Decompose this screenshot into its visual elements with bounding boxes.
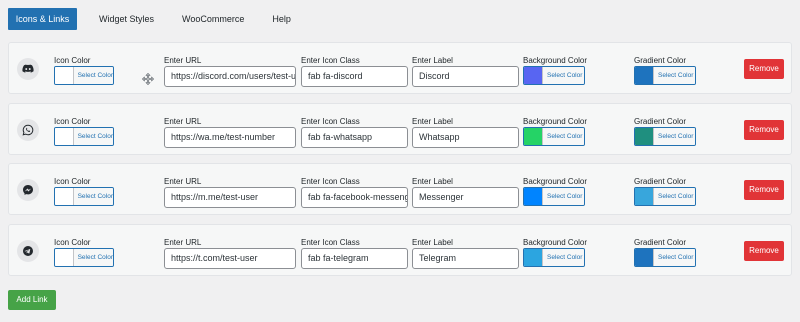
url-input[interactable]: https://wa.me/test-number [164,127,296,148]
remove-button[interactable]: Remove [744,120,784,140]
label-label: Enter Label [412,177,453,186]
remove-button[interactable]: Remove [744,180,784,200]
link-row: Icon Color Select Color Enter URL https:… [8,224,792,276]
icon-color-picker[interactable]: Select Color [54,127,114,146]
url-input[interactable]: https://discord.com/users/test-u [164,66,296,87]
tab-icons-links[interactable]: Icons & Links [8,8,77,30]
select-color-text: Select Color [654,128,695,145]
select-color-text: Select Color [73,188,113,205]
remove-button[interactable]: Remove [744,59,784,79]
tab-widget-styles[interactable]: Widget Styles [87,8,166,30]
icon-color-picker[interactable]: Select Color [54,248,114,267]
tab-bar: Icons & Links Widget Styles WooCommerce … [8,8,303,30]
select-color-text: Select Color [73,128,113,145]
select-color-text: Select Color [543,67,584,84]
gradient-color-label: Gradient Color [634,238,687,247]
gradient-color-swatch [635,67,654,84]
move-handle-icon[interactable] [142,73,154,85]
tab-woocommerce[interactable]: WooCommerce [170,8,256,30]
gradient-color-swatch [635,128,654,145]
gradient-color-swatch [635,188,654,205]
url-input[interactable]: https://m.me/test-user [164,187,296,208]
gradient-color-label: Gradient Color [634,117,687,126]
select-color-text: Select Color [654,188,695,205]
icon-color-label: Icon Color [54,177,91,186]
url-label: Enter URL [164,117,202,126]
gradient-color-picker[interactable]: Select Color [634,127,696,146]
tab-help[interactable]: Help [260,8,303,30]
link-row: Icon Color Select Color Enter URL https:… [8,42,792,94]
icon-color-picker[interactable]: Select Color [54,66,114,85]
label-input[interactable]: Discord [412,66,519,87]
select-color-text: Select Color [543,188,584,205]
icon-color-swatch [55,188,74,205]
icon-class-input[interactable]: fab fa-telegram [301,248,408,269]
telegram-icon [17,240,39,262]
gradient-color-picker[interactable]: Select Color [634,66,696,85]
label-label: Enter Label [412,238,453,247]
icon-class-input[interactable]: fab fa-whatsapp [301,127,408,148]
icon-class-label: Enter Icon Class [301,56,360,65]
messenger-icon [17,179,39,201]
select-color-text: Select Color [543,128,584,145]
label-label: Enter Label [412,117,453,126]
select-color-text: Select Color [654,249,695,266]
icon-class-label: Enter Icon Class [301,117,360,126]
icon-color-swatch [55,249,74,266]
icon-color-label: Icon Color [54,56,91,65]
label-input[interactable]: Whatsapp [412,127,519,148]
icon-color-label: Icon Color [54,117,91,126]
icon-color-swatch [55,67,74,84]
bg-color-swatch [524,128,543,145]
add-link-button[interactable]: Add Link [8,290,56,310]
url-label: Enter URL [164,238,202,247]
icon-class-input[interactable]: fab fa-discord [301,66,408,87]
link-row: Icon Color Select Color Enter URL https:… [8,163,792,215]
bg-color-label: Background Color [523,117,588,126]
bg-color-picker[interactable]: Select Color [523,127,585,146]
gradient-color-label: Gradient Color [634,177,687,186]
whatsapp-icon [17,119,39,141]
select-color-text: Select Color [73,67,113,84]
url-input[interactable]: https://t.com/test-user [164,248,296,269]
icon-class-input[interactable]: fab fa-facebook-messeng [301,187,408,208]
bg-color-swatch [524,188,543,205]
label-label: Enter Label [412,56,453,65]
gradient-color-picker[interactable]: Select Color [634,248,696,267]
url-label: Enter URL [164,177,202,186]
gradient-color-swatch [635,249,654,266]
icon-class-label: Enter Icon Class [301,177,360,186]
bg-color-swatch [524,67,543,84]
gradient-color-picker[interactable]: Select Color [634,187,696,206]
icon-color-label: Icon Color [54,238,91,247]
bg-color-swatch [524,249,543,266]
select-color-text: Select Color [654,67,695,84]
discord-icon [17,58,39,80]
bg-color-label: Background Color [523,177,588,186]
url-label: Enter URL [164,56,202,65]
bg-color-label: Background Color [523,238,588,247]
select-color-text: Select Color [543,249,584,266]
select-color-text: Select Color [73,249,113,266]
bg-color-picker[interactable]: Select Color [523,66,585,85]
bg-color-picker[interactable]: Select Color [523,248,585,267]
bg-color-picker[interactable]: Select Color [523,187,585,206]
remove-button[interactable]: Remove [744,241,784,261]
link-row: Icon Color Select Color Enter URL https:… [8,103,792,155]
gradient-color-label: Gradient Color [634,56,687,65]
icon-color-picker[interactable]: Select Color [54,187,114,206]
icon-class-label: Enter Icon Class [301,238,360,247]
label-input[interactable]: Messenger [412,187,519,208]
label-input[interactable]: Telegram [412,248,519,269]
icon-color-swatch [55,128,74,145]
bg-color-label: Background Color [523,56,588,65]
